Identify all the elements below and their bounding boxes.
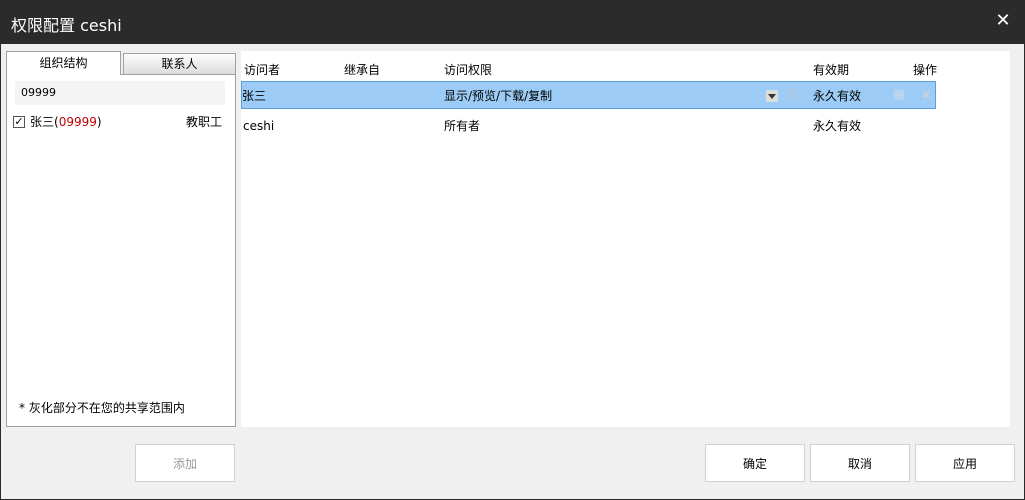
tree-item-label: 张三(09999) — [30, 113, 102, 131]
title-bar[interactable]: 权限配置 ceshi ✕ — [1, 1, 1024, 44]
tree-user-name: 张三 — [30, 115, 55, 129]
tab-org-structure[interactable]: 组织结构 — [6, 51, 121, 75]
dialog-title: 权限配置 ceshi — [11, 16, 122, 35]
table-row[interactable]: 张三 显示/预览/下载/复制 ⚙ 永久有效 ▦ ✖ — [241, 81, 936, 109]
share-scope-note: * 灰化部分不在您的共享范围内 — [19, 401, 185, 415]
calendar-icon[interactable]: ▦ — [890, 86, 908, 104]
permission-table: 访问者 继承自 访问权限 有效期 操作 张三 显示/预览/下载/复制 ⚙ 永久有… — [241, 51, 1010, 427]
tree-item-user[interactable]: ✓ 张三(09999) 教职工 — [13, 113, 228, 131]
row-validity: 永久有效 — [813, 89, 862, 103]
tree-user-role: 教职工 — [185, 115, 222, 129]
row-permission[interactable]: 显示/预览/下载/复制 — [444, 82, 552, 110]
org-tree-panel: 09999 ✓ 张三(09999) 教职工 * 灰化部分不在您的共享范围内 — [6, 74, 236, 427]
header-inherit: 继承自 — [344, 63, 381, 77]
delete-icon[interactable]: ✖ — [918, 86, 934, 104]
user-checkbox[interactable]: ✓ — [13, 116, 25, 128]
row-permission: 所有者 — [444, 119, 481, 133]
permission-dialog: 权限配置 ceshi ✕ 组织结构 联系人 09999 ✓ 张三(09999) … — [0, 0, 1025, 500]
search-input[interactable]: 09999 — [15, 81, 225, 105]
apply-button[interactable]: 应用 — [915, 444, 1015, 482]
header-visitor: 访问者 — [244, 63, 281, 77]
tree-user-code: 09999 — [58, 115, 97, 129]
gear-icon[interactable]: ⚙ — [783, 86, 803, 106]
header-permission: 访问权限 — [444, 63, 493, 77]
close-icon[interactable]: ✕ — [992, 10, 1014, 32]
left-panel: 组织结构 联系人 09999 ✓ 张三(09999) 教职工 * 灰化部分不在您… — [6, 51, 236, 427]
tab-contacts[interactable]: 联系人 — [123, 53, 236, 75]
header-validity: 有效期 — [813, 63, 850, 77]
cancel-button[interactable]: 取消 — [810, 444, 910, 482]
row-visitor: 张三 — [242, 89, 267, 103]
ok-button[interactable]: 确定 — [705, 444, 805, 482]
tree-paren-close: ) — [96, 115, 102, 129]
row-validity: 永久有效 — [813, 119, 862, 133]
add-button[interactable]: 添加 — [135, 444, 235, 482]
table-row[interactable]: ceshi 所有者 永久有效 — [241, 112, 936, 140]
dropdown-arrow-icon[interactable] — [766, 90, 778, 102]
header-action: 操作 — [913, 63, 938, 77]
row-visitor: ceshi — [243, 119, 275, 133]
